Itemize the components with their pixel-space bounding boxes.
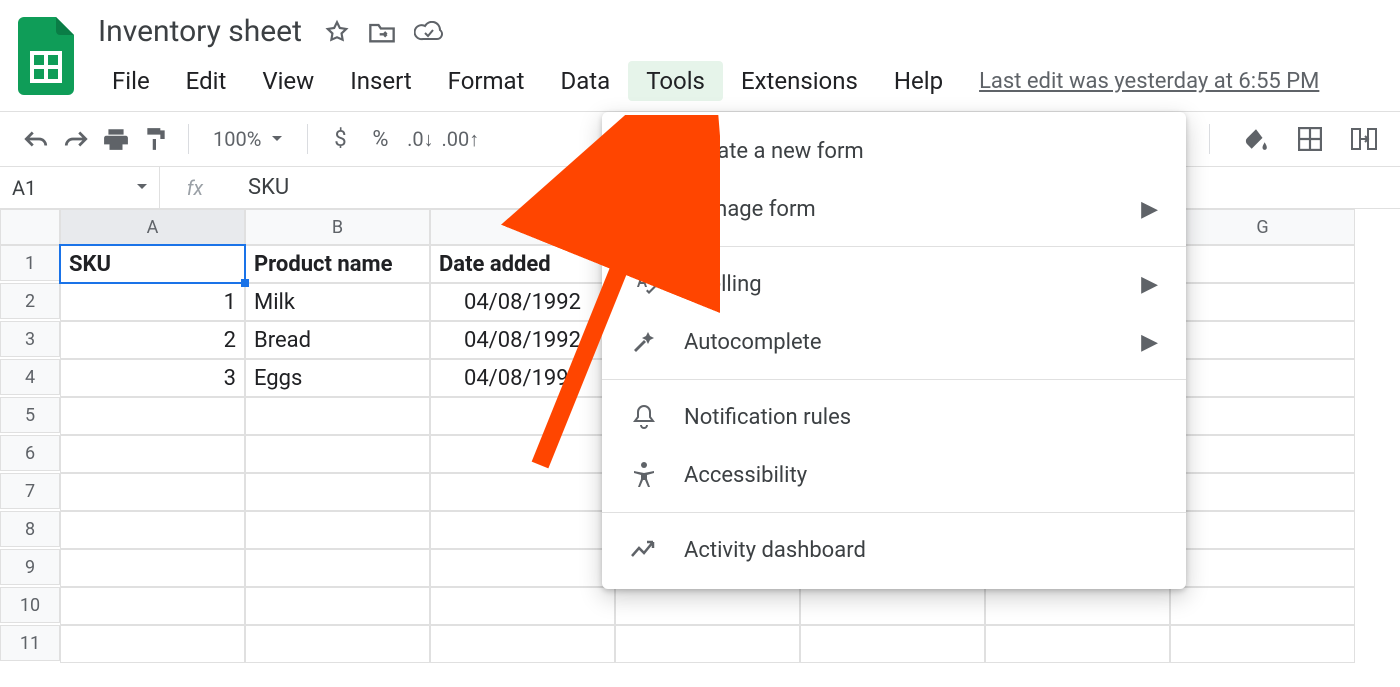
move-folder-icon[interactable]	[368, 20, 396, 44]
submenu-arrow-icon: ▶	[1141, 330, 1158, 355]
tools-accessibility[interactable]: Accessibility	[602, 446, 1186, 504]
menu-label: Activity dashboard	[684, 538, 866, 563]
form-outline-icon	[630, 195, 658, 223]
col-header-b[interactable]: B	[245, 209, 430, 245]
cell-g2[interactable]	[1170, 283, 1355, 321]
currency-button[interactable]: $	[322, 121, 358, 157]
percent-button[interactable]: %	[362, 121, 398, 157]
row-header-8[interactable]: 8	[0, 511, 60, 547]
cell-g1[interactable]	[1170, 245, 1355, 283]
tools-notification-rules[interactable]: Notification rules	[602, 388, 1186, 446]
merge-cells-button[interactable]	[1346, 121, 1382, 157]
cell-b4[interactable]: Eggs	[245, 359, 430, 397]
cell-c4[interactable]: 04/08/1992	[430, 359, 615, 397]
fill-color-button[interactable]	[1238, 121, 1274, 157]
redo-button[interactable]	[58, 121, 94, 157]
wand-icon	[630, 328, 658, 356]
formula-bar[interactable]: SKU	[230, 175, 289, 200]
col-header-a[interactable]: A	[60, 209, 245, 245]
cell-b2[interactable]: Milk	[245, 283, 430, 321]
cell-a1[interactable]: SKU	[60, 245, 245, 283]
menu-label: Manage form	[684, 197, 816, 222]
menu-help[interactable]: Help	[876, 61, 961, 101]
star-icon[interactable]	[324, 19, 350, 45]
tools-manage-form[interactable]: Manage form ▶	[602, 180, 1186, 238]
decrease-decimal-button[interactable]: .0↓	[402, 121, 438, 157]
row-header-1[interactable]: 1	[0, 245, 60, 281]
menu-label: Create a new form	[684, 139, 864, 164]
menu-label: Accessibility	[684, 463, 807, 488]
spellcheck-icon	[630, 270, 658, 298]
submenu-arrow-icon: ▶	[1141, 197, 1158, 222]
borders-button[interactable]	[1292, 121, 1328, 157]
tools-autocomplete[interactable]: Autocomplete ▶	[602, 313, 1186, 371]
row-header-6[interactable]: 6	[0, 435, 60, 471]
sheets-logo-icon[interactable]	[18, 17, 76, 97]
row-header-3[interactable]: 3	[0, 321, 60, 357]
menu-tools[interactable]: Tools	[628, 61, 723, 101]
cell-a3[interactable]: 2	[60, 321, 245, 359]
bell-icon	[630, 403, 658, 431]
row-header-10[interactable]: 10	[0, 587, 60, 623]
menu-bar: File Edit View Insert Format Data Tools …	[94, 53, 1319, 101]
col-header-c[interactable]: C	[430, 209, 615, 245]
accessibility-icon	[630, 461, 658, 489]
increase-decimal-button[interactable]: .00↑	[442, 121, 478, 157]
trend-icon	[630, 536, 658, 564]
fx-label: fx	[160, 167, 230, 208]
menu-label: Autocomplete	[684, 330, 821, 355]
document-title[interactable]: Inventory sheet	[94, 12, 306, 51]
row-header-7[interactable]: 7	[0, 473, 60, 509]
cell-b1[interactable]: Product name	[245, 245, 430, 283]
print-button[interactable]	[98, 121, 134, 157]
paint-format-button[interactable]	[138, 121, 174, 157]
cell-g4[interactable]	[1170, 359, 1355, 397]
tools-menu-dropdown: Create a new form Manage form ▶ Spelling…	[602, 112, 1186, 589]
menu-file[interactable]: File	[94, 61, 168, 101]
menu-label: Notification rules	[684, 405, 851, 430]
row-header-11[interactable]: 11	[0, 625, 60, 661]
cell-a4[interactable]: 3	[60, 359, 245, 397]
menu-view[interactable]: View	[244, 61, 332, 101]
cell-c3[interactable]: 04/08/1992	[430, 321, 615, 359]
tools-activity-dashboard[interactable]: Activity dashboard	[602, 521, 1186, 579]
menu-extensions[interactable]: Extensions	[723, 61, 876, 101]
zoom-select[interactable]: 100%	[203, 127, 293, 151]
select-all-corner[interactable]	[0, 209, 60, 245]
row-header-5[interactable]: 5	[0, 397, 60, 433]
name-box[interactable]: A1	[0, 167, 160, 208]
menu-label: Spelling	[684, 272, 762, 297]
tools-create-new-form[interactable]: Create a new form	[602, 122, 1186, 180]
menu-insert[interactable]: Insert	[332, 61, 429, 101]
col-header-g[interactable]: G	[1170, 209, 1355, 245]
cell-a2[interactable]: 1	[60, 283, 245, 321]
menu-edit[interactable]: Edit	[168, 61, 245, 101]
menu-format[interactable]: Format	[430, 61, 543, 101]
cell-g3[interactable]	[1170, 321, 1355, 359]
row-header-2[interactable]: 2	[0, 283, 60, 319]
form-purple-icon	[630, 137, 658, 165]
submenu-arrow-icon: ▶	[1141, 272, 1158, 297]
undo-button[interactable]	[18, 121, 54, 157]
cloud-status-icon[interactable]	[414, 21, 444, 43]
row-header-9[interactable]: 9	[0, 549, 60, 585]
tools-spelling[interactable]: Spelling ▶	[602, 255, 1186, 313]
cell-c2[interactable]: 04/08/1992	[430, 283, 615, 321]
cell-b3[interactable]: Bread	[245, 321, 430, 359]
row-header-4[interactable]: 4	[0, 359, 60, 395]
menu-data[interactable]: Data	[542, 61, 628, 101]
cell-c1[interactable]: Date added	[430, 245, 615, 283]
last-edit-link[interactable]: Last edit was yesterday at 6:55 PM	[979, 69, 1319, 94]
